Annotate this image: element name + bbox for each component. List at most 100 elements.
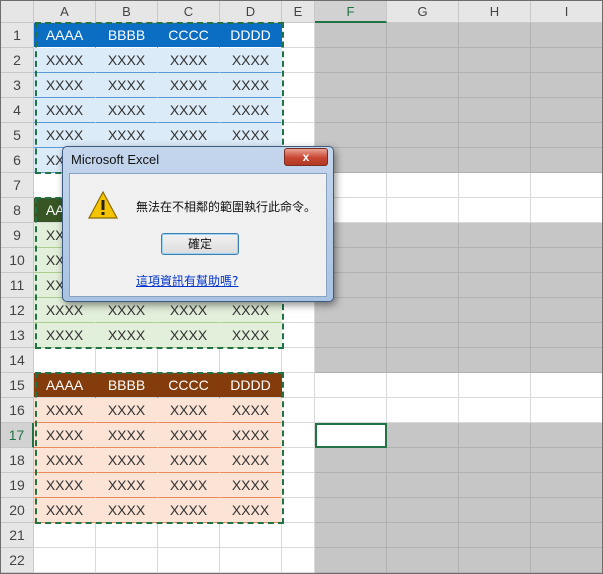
row-header-8[interactable]: 8 — [1, 198, 34, 223]
table-cell[interactable]: XXXX — [220, 73, 282, 98]
table-cell[interactable]: XXXX — [220, 423, 282, 448]
selected-cell[interactable] — [315, 523, 387, 548]
column-header-i[interactable]: I — [531, 1, 602, 23]
empty-cell[interactable] — [282, 23, 315, 48]
empty-cell[interactable] — [282, 48, 315, 73]
empty-cell[interactable] — [34, 523, 96, 548]
selected-cell[interactable] — [387, 23, 459, 48]
table-cell[interactable]: XXXX — [34, 48, 96, 73]
selected-cell[interactable] — [387, 548, 459, 573]
empty-cell[interactable] — [387, 398, 459, 423]
selected-cell[interactable] — [387, 298, 459, 323]
table-cell[interactable]: XXXX — [158, 398, 220, 423]
table-cell[interactable]: XXXX — [158, 48, 220, 73]
table-cell[interactable]: XXXX — [220, 398, 282, 423]
empty-cell[interactable] — [96, 348, 158, 373]
row-header-14[interactable]: 14 — [1, 348, 34, 373]
empty-cell[interactable] — [531, 373, 602, 398]
selected-cell[interactable] — [315, 498, 387, 523]
column-header-b[interactable]: B — [96, 1, 158, 23]
selected-cell[interactable] — [459, 498, 531, 523]
empty-cell[interactable] — [158, 523, 220, 548]
selected-cell[interactable] — [531, 73, 602, 98]
selected-cell[interactable] — [531, 548, 602, 573]
selected-cell[interactable] — [459, 548, 531, 573]
selected-cell[interactable] — [531, 498, 602, 523]
empty-cell[interactable] — [282, 398, 315, 423]
table-cell[interactable]: XXXX — [96, 473, 158, 498]
empty-cell[interactable] — [220, 348, 282, 373]
selected-cell[interactable] — [459, 248, 531, 273]
empty-cell[interactable] — [282, 123, 315, 148]
row-header-1[interactable]: 1 — [1, 23, 34, 48]
selected-cell[interactable] — [315, 348, 387, 373]
row-header-18[interactable]: 18 — [1, 448, 34, 473]
column-header-d[interactable]: D — [220, 1, 282, 23]
row-header-20[interactable]: 20 — [1, 498, 34, 523]
table-cell[interactable]: XXXX — [96, 423, 158, 448]
table-cell[interactable]: XXXX — [220, 448, 282, 473]
selected-cell[interactable] — [459, 223, 531, 248]
row-header-3[interactable]: 3 — [1, 73, 34, 98]
row-header-17[interactable]: 17 — [1, 423, 34, 448]
selected-cell[interactable] — [531, 448, 602, 473]
column-header-a[interactable]: A — [34, 1, 96, 23]
selected-cell[interactable] — [387, 473, 459, 498]
selected-cell[interactable] — [459, 423, 531, 448]
column-header-h[interactable]: H — [459, 1, 531, 23]
selected-cell[interactable] — [531, 423, 602, 448]
selected-cell[interactable] — [531, 98, 602, 123]
row-header-4[interactable]: 4 — [1, 98, 34, 123]
empty-cell[interactable] — [531, 173, 602, 198]
selected-cell[interactable] — [459, 73, 531, 98]
empty-cell[interactable] — [220, 523, 282, 548]
empty-cell[interactable] — [34, 348, 96, 373]
selected-cell[interactable] — [387, 448, 459, 473]
empty-cell[interactable] — [158, 348, 220, 373]
empty-cell[interactable] — [531, 398, 602, 423]
table-header-cell[interactable]: AAAA — [34, 373, 96, 398]
empty-cell[interactable] — [220, 548, 282, 573]
selected-cell[interactable] — [459, 323, 531, 348]
selected-cell[interactable] — [315, 448, 387, 473]
selected-cell[interactable] — [387, 73, 459, 98]
table-cell[interactable]: XXXX — [158, 473, 220, 498]
selected-cell[interactable] — [531, 298, 602, 323]
selected-cell[interactable] — [387, 98, 459, 123]
table-cell[interactable]: XXXX — [34, 398, 96, 423]
selected-cell[interactable] — [459, 123, 531, 148]
empty-cell[interactable] — [315, 398, 387, 423]
table-cell[interactable]: XXXX — [34, 473, 96, 498]
selected-cell[interactable] — [459, 273, 531, 298]
empty-cell[interactable] — [459, 173, 531, 198]
selected-cell[interactable] — [315, 323, 387, 348]
selected-cell[interactable] — [315, 73, 387, 98]
selected-cell[interactable] — [459, 348, 531, 373]
row-header-12[interactable]: 12 — [1, 298, 34, 323]
table-cell[interactable]: XXXX — [158, 498, 220, 523]
help-link[interactable]: 這項資訊有幫助嗎? — [136, 272, 238, 289]
selected-cell[interactable] — [387, 123, 459, 148]
empty-cell[interactable] — [282, 498, 315, 523]
row-header-7[interactable]: 7 — [1, 173, 34, 198]
selected-cell[interactable] — [531, 23, 602, 48]
selected-cell[interactable] — [459, 448, 531, 473]
empty-cell[interactable] — [282, 548, 315, 573]
table-cell[interactable]: XXXX — [220, 473, 282, 498]
selected-cell[interactable] — [459, 148, 531, 173]
selected-cell[interactable] — [531, 523, 602, 548]
column-header-f[interactable]: F — [315, 1, 387, 23]
table-header-cell[interactable]: DDDD — [220, 373, 282, 398]
selected-cell[interactable] — [459, 48, 531, 73]
selected-cell[interactable] — [387, 348, 459, 373]
selected-cell[interactable] — [387, 273, 459, 298]
selected-cell[interactable] — [387, 498, 459, 523]
empty-cell[interactable] — [459, 398, 531, 423]
table-header-cell[interactable]: CCCC — [158, 23, 220, 48]
empty-cell[interactable] — [459, 373, 531, 398]
selected-cell[interactable] — [387, 523, 459, 548]
empty-cell[interactable] — [282, 423, 315, 448]
selected-cell[interactable] — [531, 48, 602, 73]
table-cell[interactable]: XXXX — [158, 423, 220, 448]
selected-cell[interactable] — [387, 223, 459, 248]
